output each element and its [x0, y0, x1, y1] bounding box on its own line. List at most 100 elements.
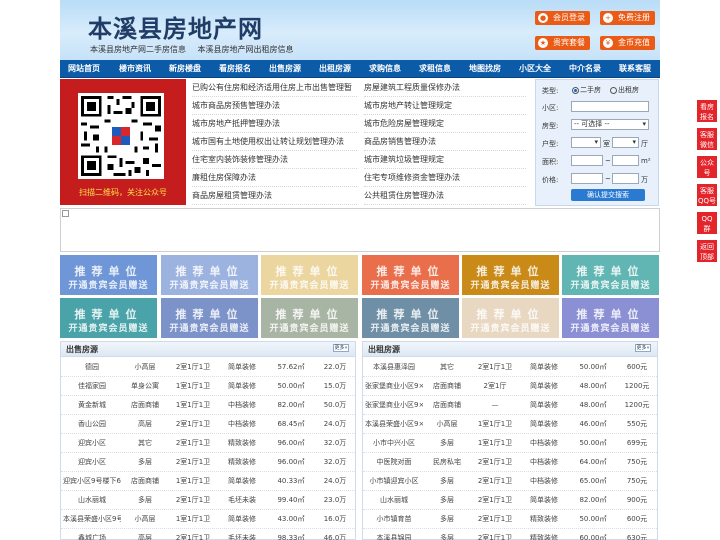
float-wechat-service[interactable]: 客服 微信 [696, 127, 718, 151]
float-qq-service[interactable]: 客服 QQ号 [696, 183, 718, 207]
listing-community[interactable]: 山水丽城 [63, 491, 121, 510]
ad-tile[interactable]: 推荐单位 开通贵宾会员赠送 [462, 298, 559, 338]
float-viewing-signup[interactable]: 看房 报名 [696, 99, 718, 123]
float-back-to-top[interactable]: 返回 顶部 [696, 239, 718, 263]
listing-row[interactable]: 德园 小高层 2室1厅1卫 简单装修 57.62㎡ 22.0万 [61, 358, 355, 377]
nav-wanted-buy[interactable]: 求购信息 [360, 60, 410, 78]
recharge-button[interactable]: ¥ 金币充值 [600, 36, 655, 50]
listing-row[interactable]: 迎宾小区 其它 2室1厅1卫 精致装修 96.00㎡ 32.0万 [61, 434, 355, 453]
listing-row[interactable]: 小市镇迎宾小区 多层 2室1厅1卫 中档装修 65.00㎡ 750元 [363, 472, 657, 491]
ad-tile[interactable]: 推荐单位 开通贵宾会员赠送 [161, 298, 258, 338]
house-type-select[interactable]: -- 可选择 -- ▾ [571, 119, 649, 130]
type-secondhand-radio[interactable]: 二手房 [572, 85, 601, 95]
listing-row[interactable]: 本溪县锦园 多层 2室1厅1卫 精致装修 60.00㎡ 630元 [363, 529, 657, 540]
news-link[interactable]: 城市房地产转让管理规定 [364, 97, 526, 115]
listing-community[interactable]: 黄金新城 [63, 396, 121, 415]
news-link[interactable]: 住宅专项维修资金管理办法 [364, 169, 526, 187]
listing-row[interactable]: 本溪县荣盛小区9号楼 小高层 1室1厅1卫 简单装修 43.00㎡ 16.0万 [61, 510, 355, 529]
more-button[interactable]: 更多» [333, 344, 349, 352]
nav-news[interactable]: 楼市资讯 [110, 60, 160, 78]
nav-for-rent[interactable]: 出租房源 [310, 60, 360, 78]
news-link[interactable]: 房屋建筑工程质量保修办法 [364, 79, 526, 97]
price-max-input[interactable] [612, 173, 639, 184]
nav-contact[interactable]: 联系客服 [610, 60, 660, 78]
type-rental-radio[interactable]: 出租房 [610, 85, 639, 95]
listing-community[interactable]: 山水丽城 [365, 491, 423, 510]
news-link[interactable]: 商品房屋租赁管理办法 [192, 187, 357, 205]
news-link[interactable]: 城市商品房预售管理办法 [192, 97, 357, 115]
listing-community[interactable]: 张家堡商业小区9×楼 [365, 396, 423, 415]
vip-package-button[interactable]: ★ 贵宾套餐 [535, 36, 590, 50]
register-button[interactable]: + 免费注册 [600, 11, 655, 25]
news-link[interactable]: 廉租住房保障办法 [192, 169, 357, 187]
ad-tile[interactable]: 推荐单位 开通贵宾会员赠送 [562, 255, 659, 295]
listing-community[interactable]: 小市镇育苗 [365, 510, 423, 529]
listing-community[interactable]: 迎宾小区 [63, 434, 121, 453]
news-link[interactable]: 商品房销售管理办法 [364, 133, 526, 151]
search-submit-button[interactable]: 确认提交搜索 [571, 189, 645, 201]
listing-community[interactable]: 佳福家园 [63, 377, 121, 396]
listing-row[interactable]: 小市中兴小区 多层 1室1厅1卫 中档装修 50.00㎡ 699元 [363, 434, 657, 453]
listing-row[interactable]: 佳福家园 单身公寓 1室1厅1卫 简单装修 50.00㎡ 15.0万 [61, 377, 355, 396]
listing-community[interactable]: 本溪县惠泽园 [365, 358, 423, 377]
listing-row[interactable]: 迎宾小区9号楼下6号 店面商铺 1室1厅1卫 简单装修 40.33㎡ 24.0万 [61, 472, 355, 491]
listing-community[interactable]: 香山公园 [63, 415, 121, 434]
room-select[interactable]: ▾ [571, 137, 601, 148]
listing-row[interactable]: 张家堡商业小区9×楼 店面商铺 2室1厅 简单装修 48.00㎡ 1200元 [363, 377, 657, 396]
listing-row[interactable]: 本溪县惠泽园 其它 2室1厅1卫 简单装修 50.00㎡ 600元 [363, 358, 657, 377]
listing-community[interactable]: 张家堡商业小区9×楼 [365, 377, 423, 396]
listing-community[interactable]: 小市中兴小区 [365, 434, 423, 453]
listing-community[interactable]: 本溪县荣盛小区9×楼 [365, 415, 423, 434]
listing-community[interactable]: 中医院对面 [365, 453, 423, 472]
ad-banner[interactable] [60, 208, 660, 252]
ad-tile[interactable]: 推荐单位 开通贵宾会员赠送 [562, 298, 659, 338]
more-button[interactable]: 更多» [635, 344, 651, 352]
site-title[interactable]: 本溪县房地产网 [88, 9, 263, 44]
ad-tile[interactable]: 推荐单位 开通贵宾会员赠送 [462, 255, 559, 295]
nav-map[interactable]: 地图找房 [460, 60, 510, 78]
listing-row[interactable]: 鑫城广场 高层 2室1厅1卫 毛坯未装 98.33㎡ 46.0万 [61, 529, 355, 540]
ad-tile[interactable]: 推荐单位 开通贵宾会员赠送 [362, 298, 459, 338]
price-min-input[interactable] [571, 173, 603, 184]
listing-row[interactable]: 本溪县荣盛小区9×楼 小高层 1室1厅1卫 简单装修 46.00㎡ 550元 [363, 415, 657, 434]
area-max-input[interactable] [612, 155, 639, 166]
ad-tile[interactable]: 推荐单位 开通贵宾会员赠送 [161, 255, 258, 295]
nav-new-homes[interactable]: 新房楼盘 [160, 60, 210, 78]
ad-tile[interactable]: 推荐单位 开通贵宾会员赠送 [261, 255, 358, 295]
news-link[interactable]: 城市房地产抵押管理办法 [192, 115, 357, 133]
listing-row[interactable]: 中医院对面 民房私宅 2室1厅1卫 中档装修 64.00㎡ 750元 [363, 453, 657, 472]
listing-row[interactable]: 迎宾小区 多层 2室1厅1卫 精致装修 96.00㎡ 32.0万 [61, 453, 355, 472]
listing-community[interactable]: 小市镇迎宾小区 [365, 472, 423, 491]
listing-row[interactable]: 山水丽城 多层 2室1厅1卫 简单装修 82.00㎡ 900元 [363, 491, 657, 510]
hall-select[interactable]: ▾ [612, 137, 639, 148]
listing-row[interactable]: 张家堡商业小区9×楼 店面商铺 — 简单装修 48.00㎡ 1200元 [363, 396, 657, 415]
nav-agents[interactable]: 中介名录 [560, 60, 610, 78]
news-link[interactable]: 住宅室内装饰装修管理办法 [192, 151, 357, 169]
nav-communities[interactable]: 小区大全 [510, 60, 560, 78]
float-official-account[interactable]: 公众号 [696, 155, 718, 179]
listing-row[interactable]: 山水丽城 多层 2室1厅1卫 毛坯未装 99.40㎡ 23.0万 [61, 491, 355, 510]
listing-row[interactable]: 黄金新城 店面商铺 1室1厅1卫 中档装修 82.00㎡ 50.0万 [61, 396, 355, 415]
listing-community[interactable]: 本溪县锦园 [365, 529, 423, 540]
listing-community[interactable]: 迎宾小区 [63, 453, 121, 472]
news-link[interactable]: 城市危险房屋管理规定 [364, 115, 526, 133]
listing-community[interactable]: 德园 [63, 358, 121, 377]
ad-tile[interactable]: 推荐单位 开通贵宾会员赠送 [60, 298, 157, 338]
area-min-input[interactable] [571, 155, 603, 166]
listing-community[interactable]: 鑫城广场 [63, 529, 121, 540]
news-link[interactable]: 城市建筑垃圾管理规定 [364, 151, 526, 169]
ad-tile[interactable]: 推荐单位 开通贵宾会员赠送 [362, 255, 459, 295]
news-link[interactable]: 已购公有住房和经济适用住房上市出售管理暂 [192, 79, 357, 97]
listing-community[interactable]: 迎宾小区9号楼下6号 [63, 472, 121, 491]
nav-for-sale[interactable]: 出售房源 [260, 60, 310, 78]
ad-tile[interactable]: 推荐单位 开通贵宾会员赠送 [261, 298, 358, 338]
nav-home[interactable]: 网站首页 [60, 60, 108, 78]
listing-row[interactable]: 香山公园 高层 2室1厅1卫 中档装修 68.45㎡ 24.0万 [61, 415, 355, 434]
ad-tile[interactable]: 推荐单位 开通贵宾会员赠送 [60, 255, 157, 295]
listing-community[interactable]: 本溪县荣盛小区9号楼 [63, 510, 121, 529]
nav-wanted-rent[interactable]: 求租信息 [410, 60, 460, 78]
community-input[interactable] [571, 101, 649, 112]
login-button[interactable]: ● 会员登录 [535, 11, 590, 25]
float-qq-group[interactable]: QQ 群 [696, 211, 718, 235]
news-link[interactable]: 城市国有土地使用权出让转让规划管理办法 [192, 133, 357, 151]
